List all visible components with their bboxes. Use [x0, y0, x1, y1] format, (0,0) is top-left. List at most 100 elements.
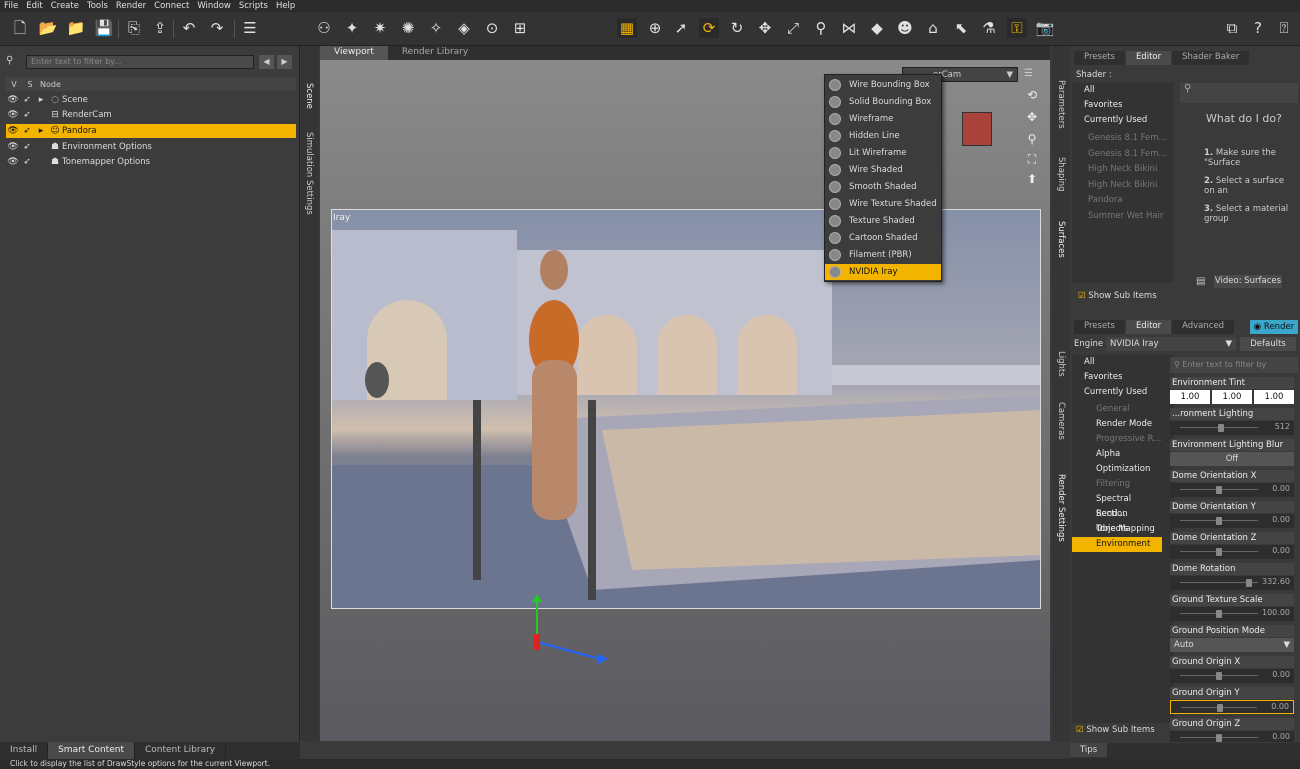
figure-icon[interactable]: ☻	[895, 18, 915, 38]
slider-control[interactable]: 0.00	[1170, 483, 1294, 497]
select-icon[interactable]: ➶	[20, 142, 34, 152]
eye-icon[interactable]: 👁	[6, 157, 20, 167]
slider-control[interactable]: 0.00	[1170, 669, 1294, 683]
group-environment[interactable]: Environment	[1072, 537, 1162, 552]
camera-tool-icon[interactable]: ⌂	[923, 18, 943, 38]
cat-currently-used[interactable]: Currently Used	[1072, 113, 1174, 128]
draw-style-texture-shaded[interactable]: Texture Shaded	[825, 213, 941, 229]
scene-node-environment-options[interactable]: 👁 ➶ ☗ Environment Options	[6, 140, 296, 154]
tab-shader-baker[interactable]: Shader Baker	[1172, 51, 1250, 65]
group-spectral[interactable]: Spectral Rend...	[1072, 492, 1162, 519]
export-icon[interactable]: ⇪	[150, 18, 170, 38]
tab-editor[interactable]: Editor	[1125, 320, 1172, 334]
iray-render-icon[interactable]: ⚿	[1007, 18, 1027, 38]
cat-favorites[interactable]: Favorites	[1072, 370, 1174, 385]
scene-icon[interactable]: ▦	[617, 18, 637, 38]
scale-icon[interactable]: ⤢	[783, 18, 803, 38]
group-progressive[interactable]: Progressive R...	[1072, 432, 1162, 447]
group-section-objects[interactable]: Section Objects	[1072, 507, 1162, 534]
menu-edit[interactable]: Edit	[26, 1, 42, 11]
tab-surfaces[interactable]: Surfaces	[1056, 216, 1066, 262]
slider-control[interactable]: 100.00	[1170, 607, 1294, 621]
spot-light-icon[interactable]: ✷	[370, 18, 390, 38]
select-icon[interactable]: ➶	[20, 95, 34, 105]
expand-icon[interactable]: ▸	[34, 95, 48, 105]
group-filtering[interactable]: Filtering	[1072, 477, 1162, 492]
draw-style-wire-bounding-box[interactable]: Wire Bounding Box	[825, 77, 941, 93]
render-show-sub-items[interactable]: ☑ Show Sub Items	[1076, 725, 1155, 735]
cat-favorites[interactable]: Favorites	[1072, 98, 1174, 113]
tab-content-library[interactable]: Content Library	[135, 742, 227, 759]
open-folder-icon[interactable]: 📂	[38, 18, 58, 38]
joint-editor-icon[interactable]: ⚲	[811, 18, 831, 38]
select-icon[interactable]: ➶	[20, 110, 34, 120]
save-icon[interactable]: 💾	[94, 18, 114, 38]
tab-shaping[interactable]: Shaping	[1056, 154, 1066, 194]
cat-all[interactable]: All	[1072, 83, 1174, 98]
menu-create[interactable]: Create	[51, 1, 79, 11]
menu-scripts[interactable]: Scripts	[239, 1, 268, 11]
undo-icon[interactable]: ↶	[179, 18, 199, 38]
null-icon[interactable]: ⊙	[482, 18, 502, 38]
group-tone-mapping[interactable]: Tone Mapping	[1072, 522, 1162, 537]
tree-item[interactable]: Pandora	[1088, 195, 1123, 205]
tree-item[interactable]: High Neck Bikini	[1088, 164, 1157, 174]
rotate-alt-icon[interactable]: ↻	[727, 18, 747, 38]
tree-item[interactable]: High Neck Bikini	[1088, 180, 1157, 190]
lighting-blur-toggle[interactable]: Off	[1170, 452, 1294, 466]
select-icon[interactable]: ➶	[20, 126, 34, 136]
tab-smart-content[interactable]: Smart Content	[48, 742, 135, 759]
transform-gizmo[interactable]	[520, 592, 610, 672]
pan-icon[interactable]: ✥	[1024, 110, 1040, 126]
orbit-icon[interactable]: ⟲	[1024, 88, 1040, 104]
draw-style-nvidia-iray[interactable]: NVIDIA Iray	[825, 264, 941, 280]
spot-render-icon[interactable]: ⚗	[979, 18, 999, 38]
tint-b-field[interactable]: 1.00	[1254, 390, 1294, 404]
daz-logo-icon[interactable]: ⧉	[1222, 18, 1242, 38]
render-button[interactable]: ◉ Render	[1250, 320, 1298, 334]
draw-style-wire-shaded[interactable]: Wire Shaded	[825, 162, 941, 178]
draw-style-hidden-line[interactable]: Hidden Line	[825, 128, 941, 144]
help-icon[interactable]: ⍰	[1274, 18, 1294, 38]
select-icon[interactable]: ➶	[20, 157, 34, 167]
cat-all[interactable]: All	[1072, 355, 1174, 370]
menu-tools[interactable]: Tools	[87, 1, 108, 11]
slider-control[interactable]: 332.60	[1170, 576, 1294, 590]
surface-selection-icon[interactable]: ◆	[867, 18, 887, 38]
zoom-icon[interactable]: ⚲	[1024, 132, 1040, 148]
slider-control[interactable]: 0.00	[1170, 700, 1294, 714]
nav-back-icon[interactable]: ◀	[259, 55, 274, 69]
draw-style-smooth-shaded[interactable]: Smooth Shaded	[825, 179, 941, 195]
light-icon[interactable]: ✦	[342, 18, 362, 38]
group-icon[interactable]: ⊞	[510, 18, 530, 38]
camera-group-icon[interactable]: ⚇	[314, 18, 334, 38]
nav-forward-icon[interactable]: ▶	[277, 55, 292, 69]
tab-render-settings[interactable]: Render Settings	[1056, 470, 1066, 546]
tab-editor[interactable]: Editor	[1125, 51, 1172, 65]
eye-icon[interactable]: 👁	[6, 95, 20, 105]
draw-style-wire-texture-shaded[interactable]: Wire Texture Shaded	[825, 196, 941, 212]
scene-node-tonemapper-options[interactable]: 👁 ➶ ☗ Tonemapper Options	[6, 155, 296, 169]
tab-presets[interactable]: Presets	[1074, 320, 1125, 334]
slider-control[interactable]: 0.00	[1170, 545, 1294, 559]
group-render-mode[interactable]: Render Mode	[1072, 417, 1162, 432]
pointer-icon[interactable]: ⬉	[951, 18, 971, 38]
col-node[interactable]: Node	[38, 80, 61, 89]
scene-node-scene[interactable]: 👁 ➶ ▸ ◌ Scene	[6, 93, 296, 107]
tab-install[interactable]: Install	[0, 742, 49, 759]
tree-item[interactable]: Genesis 8.1 Fem...	[1088, 133, 1167, 143]
node-select-icon[interactable]: ➚	[671, 18, 691, 38]
col-visible[interactable]: V	[6, 80, 22, 89]
menu-connect[interactable]: Connect	[154, 1, 189, 11]
cat-currently-used[interactable]: Currently Used	[1072, 385, 1174, 400]
draw-style-lit-wireframe[interactable]: Lit Wireframe	[825, 145, 941, 161]
group-alpha[interactable]: Alpha	[1072, 447, 1162, 462]
eye-icon[interactable]: 👁	[6, 110, 20, 120]
viewport-options-icon[interactable]: ☰	[1024, 68, 1040, 82]
list-icon[interactable]: ☰	[240, 18, 260, 38]
new-file-icon[interactable]: 🗋	[10, 18, 30, 38]
tint-r-field[interactable]: 1.00	[1170, 390, 1210, 404]
surfaces-show-sub-items[interactable]: ☑ Show Sub Items	[1078, 291, 1157, 301]
group-optimization[interactable]: Optimization	[1072, 462, 1162, 477]
draw-style-filament-pbr[interactable]: Filament (PBR)	[825, 247, 941, 263]
